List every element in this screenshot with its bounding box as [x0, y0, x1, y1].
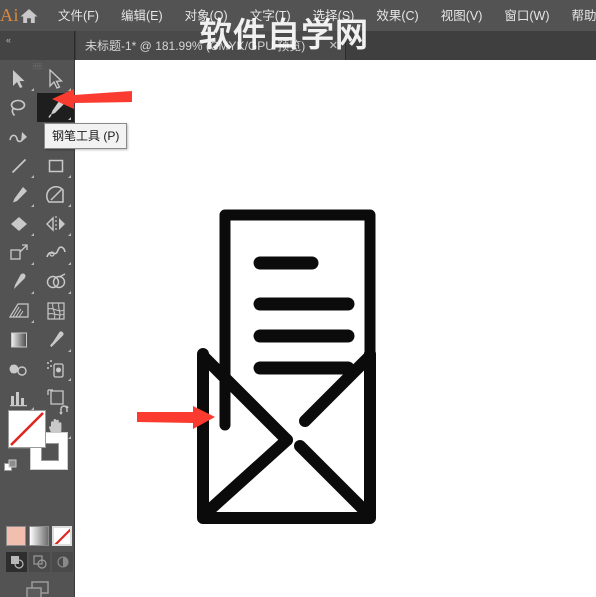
tool-eyedropper[interactable] [37, 325, 74, 354]
close-icon[interactable]: ✕ [329, 39, 338, 52]
document-tab-bar: « 未标题-1* @ 181.99% (CMYK/GPU 预览) ✕ [0, 31, 596, 60]
draw-mode-row [6, 552, 73, 572]
tool-eraser[interactable] [0, 209, 37, 238]
tool-column-graph[interactable] [0, 383, 37, 412]
flyout-corner-icon [68, 436, 71, 439]
menu-item-select[interactable]: 选择(S) [302, 4, 366, 28]
tool-blend[interactable] [0, 354, 37, 383]
tool-scale[interactable] [0, 238, 37, 267]
flyout-corner-icon [68, 175, 71, 178]
toolbar-collapse-strip[interactable]: « [0, 31, 75, 60]
tool-rectangle[interactable] [37, 151, 74, 180]
fill-stroke-control [4, 405, 69, 472]
menu-bar: Ai 文件(F) 编辑(E) 对象(O) 文字(T) 选择(S) 效果(C) 视… [0, 0, 596, 31]
home-icon[interactable] [19, 0, 39, 31]
menu-item-help[interactable]: 帮助(H) [561, 4, 596, 28]
tool-line-segment[interactable] [0, 151, 37, 180]
fill-swatch[interactable] [8, 410, 46, 448]
menu-item-window[interactable]: 窗口(W) [493, 4, 560, 28]
tab-bar-empty-area [346, 31, 596, 60]
flyout-corner-icon [31, 233, 34, 236]
open-envelope-artwork[interactable] [75, 60, 596, 597]
flyout-corner-icon [31, 204, 34, 207]
tool-grid [0, 64, 75, 441]
flyout-corner-icon [68, 378, 71, 381]
flyout-corner-icon [31, 320, 34, 323]
fill-type-swatches [6, 526, 72, 546]
menu-item-type[interactable]: 文字(T) [239, 4, 302, 28]
flyout-corner-icon [31, 291, 34, 294]
none-slash-icon [10, 412, 44, 446]
flyout-corner-icon [31, 262, 34, 265]
tool-paintbrush[interactable] [0, 180, 37, 209]
draw-behind-mode-button[interactable] [29, 552, 50, 572]
collapse-panel-icon[interactable]: « [6, 35, 11, 45]
flyout-corner-icon [68, 349, 71, 352]
illustrator-window: Ai 文件(F) 编辑(E) 对象(O) 文字(T) 选择(S) 效果(C) 视… [0, 0, 596, 597]
draw-inside-mode-button[interactable] [52, 552, 73, 572]
tool-free-transform[interactable] [0, 267, 37, 296]
tool-width[interactable] [37, 238, 74, 267]
tool-perspective-grid[interactable] [0, 296, 37, 325]
ai-logo: Ai [0, 5, 19, 25]
flyout-corner-icon [68, 204, 71, 207]
tool-symbol-sprayer[interactable] [37, 354, 74, 383]
default-fill-stroke-icon[interactable] [4, 459, 18, 478]
menu-item-list: 文件(F) 编辑(E) 对象(O) 文字(T) 选择(S) 效果(C) 视图(V… [47, 4, 596, 28]
flyout-corner-icon [31, 175, 34, 178]
swap-fill-stroke-icon[interactable] [58, 404, 72, 423]
gradient-swatch-button[interactable] [29, 526, 49, 546]
arrow-to-pen-tool [52, 85, 132, 118]
artboard-canvas[interactable] [75, 60, 596, 597]
document-tab[interactable]: 未标题-1* @ 181.99% (CMYK/GPU 预览) ✕ [76, 31, 346, 60]
flyout-corner-icon [68, 291, 71, 294]
tool-lasso[interactable] [0, 93, 37, 122]
none-swatch-button[interactable] [52, 526, 72, 546]
none-slash-icon [54, 528, 70, 544]
pen-tool-tooltip: 钢笔工具 (P) [44, 123, 128, 149]
tool-shape-builder[interactable] [37, 267, 74, 296]
color-swatch-button[interactable] [6, 526, 26, 546]
draw-normal-mode-button[interactable] [6, 552, 27, 572]
tool-mesh[interactable] [37, 296, 74, 325]
screen-mode-icon[interactable] [0, 578, 75, 597]
tool-reflect[interactable] [37, 209, 74, 238]
tool-gradient[interactable] [0, 325, 37, 354]
flyout-corner-icon [31, 88, 34, 91]
arrow-to-envelope-flap [137, 404, 215, 435]
tool-shaper[interactable] [37, 180, 74, 209]
menu-item-view[interactable]: 视图(V) [430, 4, 494, 28]
menu-item-file[interactable]: 文件(F) [47, 4, 110, 28]
flyout-corner-icon [68, 233, 71, 236]
menu-item-object[interactable]: 对象(O) [174, 4, 239, 28]
document-tab-title: 未标题-1* @ 181.99% (CMYK/GPU 预览) [85, 39, 306, 53]
menu-item-edit[interactable]: 编辑(E) [110, 4, 174, 28]
tool-curvature[interactable] [0, 122, 37, 151]
tool-selection[interactable] [0, 64, 37, 93]
menu-item-effect[interactable]: 效果(C) [365, 4, 429, 28]
flyout-corner-icon [68, 262, 71, 265]
